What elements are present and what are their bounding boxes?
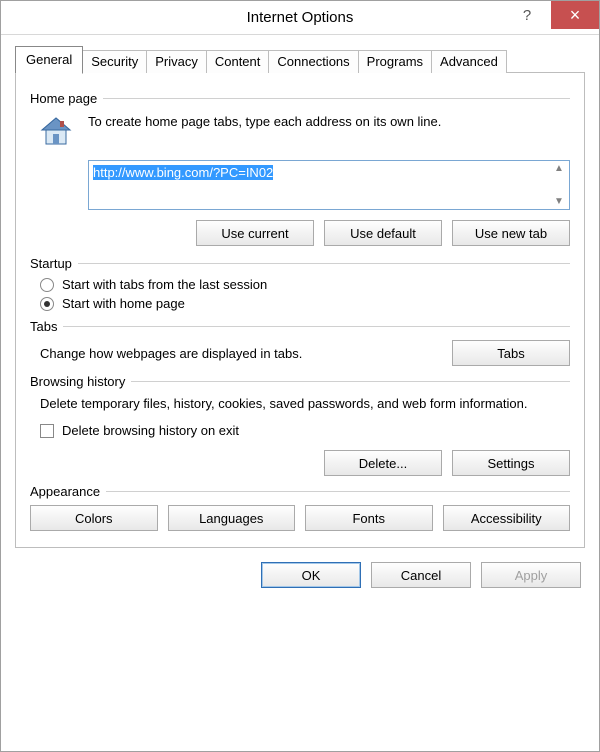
section-history-label: Browsing history (30, 374, 131, 389)
tabstrip: General Security Privacy Content Connect… (15, 46, 585, 73)
history-delete-on-exit[interactable]: Delete browsing history on exit (40, 423, 570, 438)
help-button[interactable]: ? (503, 1, 551, 29)
appearance-buttons: Colors Languages Fonts Accessibility (30, 505, 570, 531)
tab-security[interactable]: Security (82, 50, 147, 73)
settings-button[interactable]: Settings (452, 450, 570, 476)
homepage-buttons: Use current Use default Use new tab (88, 220, 570, 246)
history-desc: Delete temporary files, history, cookies… (40, 395, 570, 413)
tab-advanced[interactable]: Advanced (431, 50, 507, 73)
tab-panel-general: Home page To create home page tabs, type… (15, 72, 585, 548)
colors-button[interactable]: Colors (30, 505, 158, 531)
homepage-url-field[interactable]: http://www.bing.com/?PC=IN02 ▲ ▼ (88, 160, 570, 210)
divider (131, 381, 570, 382)
section-appearance: Appearance (30, 484, 570, 499)
divider (103, 98, 570, 99)
home-icon (38, 114, 74, 150)
section-tabs: Tabs (30, 319, 570, 334)
ok-button[interactable]: OK (261, 562, 361, 588)
tab-content[interactable]: Content (206, 50, 270, 73)
homepage-instruction: To create home page tabs, type each addr… (88, 114, 570, 129)
section-appearance-label: Appearance (30, 484, 106, 499)
homepage-url-text: http://www.bing.com/?PC=IN02 (89, 161, 549, 209)
languages-button[interactable]: Languages (168, 505, 296, 531)
window-title: Internet Options (247, 9, 354, 26)
section-homepage: Home page (30, 91, 570, 106)
divider (63, 326, 570, 327)
help-icon: ? (523, 7, 531, 24)
startup-radio-group: Start with tabs from the last session St… (40, 277, 570, 311)
homepage-row: To create home page tabs, type each addr… (38, 114, 570, 150)
titlebar-buttons: ? × (503, 1, 599, 34)
homepage-url-value: http://www.bing.com/?PC=IN02 (93, 165, 273, 180)
tabs-desc: Change how webpages are displayed in tab… (40, 346, 452, 361)
dialog-buttons: OK Cancel Apply (1, 548, 599, 604)
use-new-tab-button[interactable]: Use new tab (452, 220, 570, 246)
dialog-content: General Security Privacy Content Connect… (1, 35, 599, 548)
tab-privacy[interactable]: Privacy (146, 50, 207, 73)
radio-icon (40, 278, 54, 292)
history-buttons: Delete... Settings (30, 450, 570, 476)
titlebar: Internet Options ? × (1, 1, 599, 35)
section-startup: Startup (30, 256, 570, 271)
startup-option-last-session[interactable]: Start with tabs from the last session (40, 277, 570, 292)
homepage-url-scrollbar[interactable]: ▲ ▼ (549, 161, 569, 209)
section-tabs-label: Tabs (30, 319, 63, 334)
startup-option-home-page-label: Start with home page (62, 296, 185, 311)
startup-option-last-session-label: Start with tabs from the last session (62, 277, 267, 292)
startup-option-home-page[interactable]: Start with home page (40, 296, 570, 311)
tab-programs[interactable]: Programs (358, 50, 432, 73)
tabs-button[interactable]: Tabs (452, 340, 570, 366)
apply-button[interactable]: Apply (481, 562, 581, 588)
scroll-down-icon: ▼ (554, 196, 564, 207)
tab-general[interactable]: General (15, 46, 83, 74)
fonts-button[interactable]: Fonts (305, 505, 433, 531)
divider (78, 263, 570, 264)
history-delete-on-exit-label: Delete browsing history on exit (62, 423, 239, 438)
close-button[interactable]: × (551, 1, 599, 29)
radio-icon (40, 297, 54, 311)
cancel-button[interactable]: Cancel (371, 562, 471, 588)
tabs-row: Change how webpages are displayed in tab… (40, 340, 570, 366)
section-startup-label: Startup (30, 256, 78, 271)
accessibility-button[interactable]: Accessibility (443, 505, 571, 531)
section-history: Browsing history (30, 374, 570, 389)
use-default-button[interactable]: Use default (324, 220, 442, 246)
use-current-button[interactable]: Use current (196, 220, 314, 246)
checkbox-icon (40, 424, 54, 438)
delete-button[interactable]: Delete... (324, 450, 442, 476)
close-icon: × (570, 5, 581, 26)
tab-connections[interactable]: Connections (268, 50, 358, 73)
scroll-up-icon: ▲ (554, 163, 564, 174)
divider (106, 491, 570, 492)
section-homepage-label: Home page (30, 91, 103, 106)
